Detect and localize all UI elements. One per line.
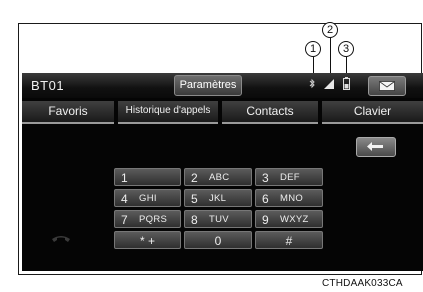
keypad-key-5[interactable]: 5 JKL xyxy=(184,189,252,207)
keypad-key-4[interactable]: 4 GHI xyxy=(114,189,181,207)
callout-1: 1 xyxy=(305,41,321,57)
keypad-key-star[interactable]: * + xyxy=(114,231,181,249)
callout-1-leader xyxy=(313,57,314,74)
battery-icon xyxy=(343,77,350,93)
bluetooth-icon xyxy=(309,78,315,92)
callout-2: 2 xyxy=(322,22,338,38)
callout-3: 3 xyxy=(338,41,354,57)
callout-2-leader xyxy=(330,38,331,74)
handset-icon xyxy=(50,233,72,247)
keypad-key-8[interactable]: 8 TUV xyxy=(184,210,252,228)
device-name: BT01 xyxy=(31,78,65,93)
keypad-key-hash[interactable]: # xyxy=(255,231,323,249)
keypad-key-6[interactable]: 6 MNO xyxy=(255,189,323,207)
tab-contacts[interactable]: Contacts xyxy=(222,101,318,124)
tab-historique-appels[interactable]: Historique d'appels xyxy=(118,101,218,124)
backspace-button[interactable] xyxy=(356,137,396,157)
keypad-key-9[interactable]: 9 WXYZ xyxy=(255,210,323,228)
settings-button[interactable]: Paramètres xyxy=(174,75,242,96)
envelope-icon xyxy=(379,81,395,91)
tab-favoris[interactable]: Favoris xyxy=(22,101,114,124)
callout-3-leader xyxy=(346,57,347,74)
left-arrow-icon xyxy=(367,142,383,151)
top-bar: BT01 Paramètres xyxy=(22,73,423,98)
signal-strength-icon xyxy=(323,78,335,93)
tab-clavier[interactable]: Clavier xyxy=(322,101,423,124)
keypad-key-3[interactable]: 3 DEF xyxy=(255,168,323,186)
phone-screen: BT01 Paramètres Favoris Historique d'app… xyxy=(22,73,423,271)
keypad-key-7[interactable]: 7 PQRS xyxy=(114,210,181,228)
keypad-key-2[interactable]: 2 ABC xyxy=(184,168,252,186)
figure-caption: CTHDAAK033CA xyxy=(322,278,403,289)
message-button[interactable] xyxy=(368,76,406,96)
keypad-key-0[interactable]: 0 xyxy=(184,231,252,249)
tab-bar: Favoris Historique d'appels Contacts Cla… xyxy=(22,101,423,124)
keypad-key-1[interactable]: 1 xyxy=(114,168,181,186)
